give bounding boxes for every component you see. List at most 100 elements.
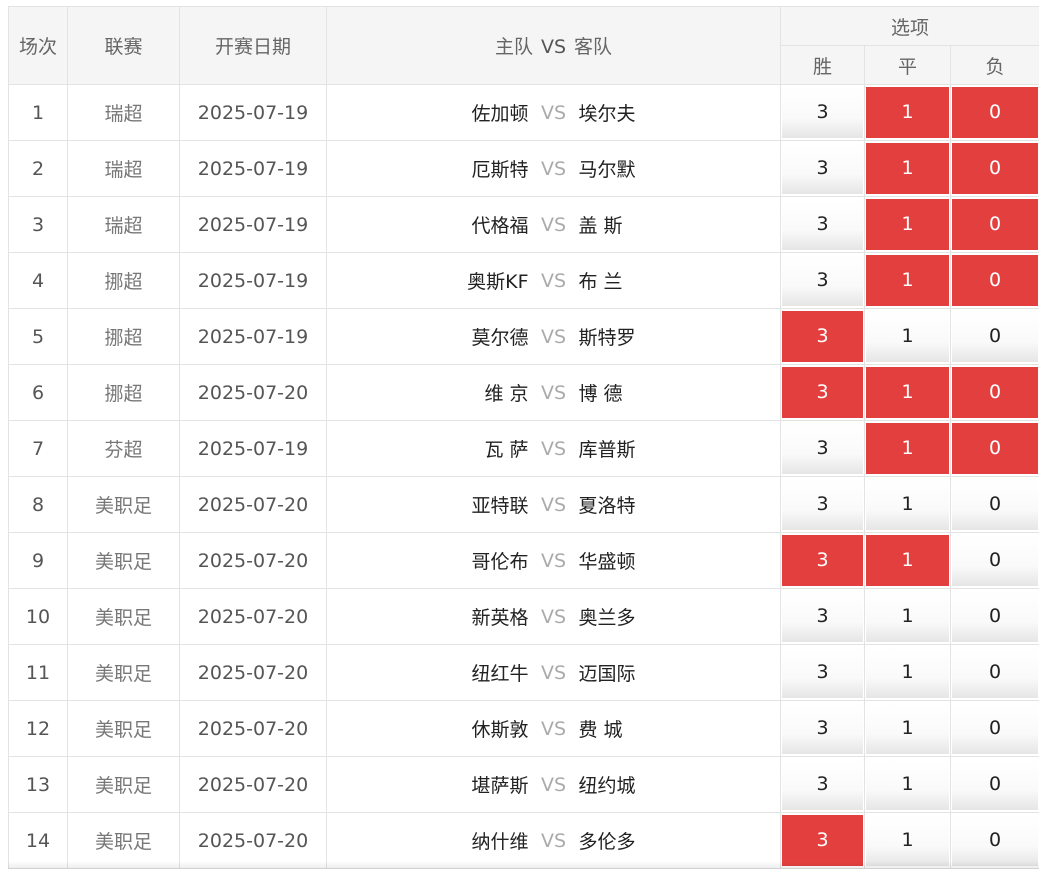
match-teams: 休斯敦 VS 费 城 (327, 701, 781, 757)
match-date: 2025-07-20 (180, 589, 327, 645)
match-date: 2025-07-19 (180, 309, 327, 365)
option-win-button[interactable]: 3 (782, 367, 863, 418)
option-cell: 1 (865, 253, 951, 309)
option-win-button[interactable]: 3 (782, 815, 863, 866)
home-team: 亚特联 (329, 491, 529, 518)
option-lose-button[interactable]: 0 (952, 143, 1038, 194)
match-league: 瑞超 (68, 197, 180, 253)
header-vs: VS (533, 36, 574, 58)
option-draw-button[interactable]: 1 (866, 591, 949, 642)
option-cell: 3 (781, 701, 865, 757)
match-teams-row: 维 京 VS 博 德 (327, 379, 780, 406)
option-cell: 0 (951, 533, 1039, 589)
match-date: 2025-07-19 (180, 197, 327, 253)
option-cell: 3 (781, 645, 865, 701)
match-league: 瑞超 (68, 85, 180, 141)
header-league: 联赛 (68, 7, 180, 85)
option-draw-button[interactable]: 1 (866, 703, 949, 754)
option-win-button[interactable]: 3 (782, 591, 863, 642)
match-teams: 纽红牛 VS 迈国际 (327, 645, 781, 701)
option-cell: 3 (781, 533, 865, 589)
home-team: 纽红牛 (329, 659, 529, 686)
table-header: 场次 联赛 开赛日期 主队VS客队 选项 胜 平 负 (9, 7, 1039, 85)
option-draw-button[interactable]: 1 (866, 143, 949, 194)
table-row: 7 芬超 2025-07-19 瓦 萨 VS 库普斯 3 1 0 (9, 421, 1039, 477)
option-cell: 3 (781, 477, 865, 533)
option-lose-button[interactable]: 0 (952, 759, 1038, 810)
option-win-button[interactable]: 3 (782, 87, 863, 138)
option-draw-button[interactable]: 1 (866, 759, 949, 810)
away-team: 华盛顿 (579, 547, 779, 574)
option-cell: 3 (781, 421, 865, 477)
match-teams-row: 瓦 萨 VS 库普斯 (327, 435, 780, 462)
home-team: 代格福 (329, 211, 529, 238)
option-win-button[interactable]: 3 (782, 703, 863, 754)
option-lose-button[interactable]: 0 (952, 591, 1038, 642)
option-draw-button[interactable]: 1 (866, 423, 949, 474)
option-win-button[interactable]: 3 (782, 311, 863, 362)
option-win-button[interactable]: 3 (782, 423, 863, 474)
match-teams-row: 哥伦布 VS 华盛顿 (327, 547, 780, 574)
option-win-button[interactable]: 3 (782, 535, 863, 586)
option-lose-button[interactable]: 0 (952, 367, 1038, 418)
away-team: 埃尔夫 (579, 99, 779, 126)
away-team: 夏洛特 (579, 491, 779, 518)
option-lose-button[interactable]: 0 (952, 535, 1038, 586)
option-draw-button[interactable]: 1 (866, 815, 949, 866)
option-lose-button[interactable]: 0 (952, 255, 1038, 306)
header-away: 客队 (574, 36, 612, 58)
match-league: 美职足 (68, 645, 180, 701)
option-cell: 3 (781, 365, 865, 421)
option-draw-button[interactable]: 1 (866, 87, 949, 138)
option-cell: 1 (865, 309, 951, 365)
option-lose-button[interactable]: 0 (952, 87, 1038, 138)
option-lose-button[interactable]: 0 (952, 199, 1038, 250)
option-win-button[interactable]: 3 (782, 199, 863, 250)
option-cell: 1 (865, 365, 951, 421)
option-draw-button[interactable]: 1 (866, 255, 949, 306)
option-cell: 1 (865, 141, 951, 197)
option-lose-button[interactable]: 0 (952, 479, 1038, 530)
away-team: 马尔默 (579, 155, 779, 182)
option-win-button[interactable]: 3 (782, 479, 863, 530)
option-win-button[interactable]: 3 (782, 759, 863, 810)
option-draw-button[interactable]: 1 (866, 367, 949, 418)
vs-label: VS (529, 438, 579, 460)
option-lose-button[interactable]: 0 (952, 703, 1038, 754)
table-body: 1 瑞超 2025-07-19 佐加顿 VS 埃尔夫 3 1 0 2 瑞超 20… (9, 85, 1039, 869)
table-row: 12 美职足 2025-07-20 休斯敦 VS 费 城 3 1 0 (9, 701, 1039, 757)
home-team: 休斯敦 (329, 715, 529, 742)
option-lose-button[interactable]: 0 (952, 423, 1038, 474)
option-lose-button[interactable]: 0 (952, 815, 1038, 866)
vs-label: VS (529, 774, 579, 796)
option-win-button[interactable]: 3 (782, 647, 863, 698)
match-teams-row: 莫尔德 VS 斯特罗 (327, 323, 780, 350)
match-teams-row: 纳什维 VS 多伦多 (327, 827, 780, 854)
vs-label: VS (529, 662, 579, 684)
table-row: 11 美职足 2025-07-20 纽红牛 VS 迈国际 3 1 0 (9, 645, 1039, 701)
option-win-button[interactable]: 3 (782, 143, 863, 194)
option-draw-button[interactable]: 1 (866, 535, 949, 586)
option-draw-button[interactable]: 1 (866, 647, 949, 698)
match-date: 2025-07-20 (180, 757, 327, 813)
match-date: 2025-07-20 (180, 645, 327, 701)
option-lose-button[interactable]: 0 (952, 311, 1038, 362)
option-win-button[interactable]: 3 (782, 255, 863, 306)
match-date: 2025-07-19 (180, 421, 327, 477)
option-cell: 1 (865, 757, 951, 813)
option-draw-button[interactable]: 1 (866, 479, 949, 530)
away-team: 盖 斯 (579, 211, 779, 238)
option-cell: 0 (951, 141, 1039, 197)
option-draw-button[interactable]: 1 (866, 199, 949, 250)
match-teams-row: 亚特联 VS 夏洛特 (327, 491, 780, 518)
option-draw-button[interactable]: 1 (866, 311, 949, 362)
option-cell: 0 (951, 645, 1039, 701)
option-cell: 1 (865, 197, 951, 253)
match-teams-row: 厄斯特 VS 马尔默 (327, 155, 780, 182)
match-league: 美职足 (68, 533, 180, 589)
away-team: 博 德 (579, 379, 779, 406)
match-index: 13 (9, 757, 68, 813)
option-lose-button[interactable]: 0 (952, 647, 1038, 698)
header-match: 主队VS客队 (327, 7, 781, 85)
match-teams: 佐加顿 VS 埃尔夫 (327, 85, 781, 141)
